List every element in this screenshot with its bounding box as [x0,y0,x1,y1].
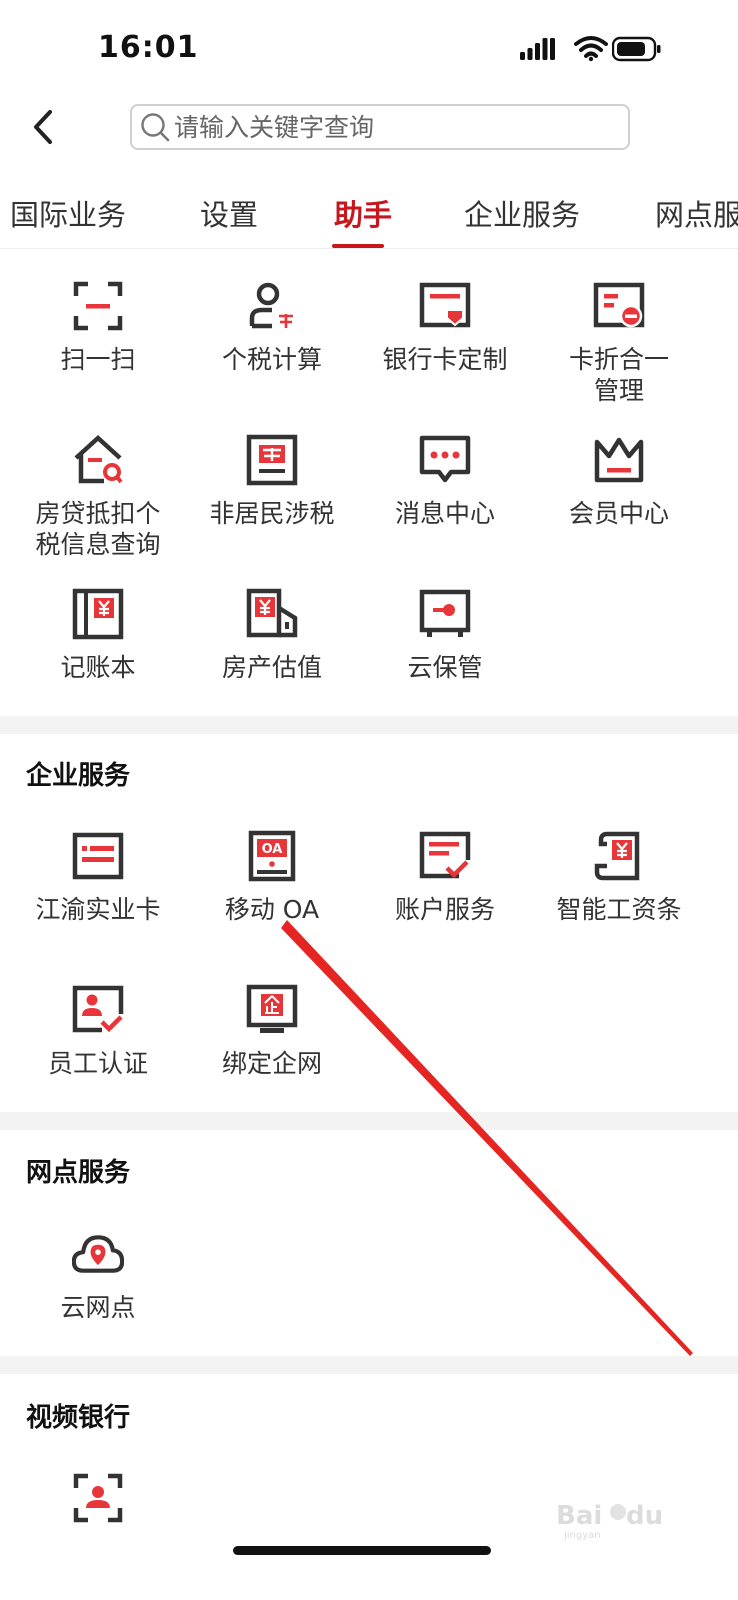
message-icon [419,435,471,483]
grid-item-property-value[interactable]: 房产估值 [187,588,357,683]
grid-item-label: 云保管 [407,653,483,682]
grid-item-employee-verify[interactable]: 员工认证 [13,984,183,1079]
grid-item-label: 会员中心 [568,499,669,528]
svg-text:Bai: Bai [556,1501,602,1531]
grid-item-account-service[interactable]: 账户服务 [360,830,530,925]
grid-item-cloud-safe[interactable]: 云保管 [360,588,530,683]
grid-item-label: 江渝实业卡 [35,895,161,924]
battery-icon [612,36,661,62]
grid-item-ledger[interactable]: 记账本 [13,588,183,683]
grid-item-label: 员工认证 [47,1049,148,1078]
grid-item-label: 绑定企网 [221,1049,322,1078]
grid-item-tax-calc[interactable]: 个税计算 [187,280,357,375]
grid-item-card-manage[interactable]: 卡折合一 管理 [534,280,704,406]
card-custom-icon [419,282,471,328]
svg-text:du: du [626,1501,663,1531]
safe-box-icon [419,589,471,637]
grid-item-member[interactable]: 会员中心 [534,434,704,529]
grid-item-scan[interactable]: 扫一扫 [13,280,183,375]
section-divider [0,1112,738,1130]
svg-text:jingyan: jingyan [563,1530,601,1541]
crown-icon [594,437,644,483]
tab-settings[interactable]: 设置 [200,192,258,234]
section-divider [0,1356,738,1374]
grid-item-label: 云网点 [60,1293,136,1322]
business-card-icon [72,832,124,880]
grid-item-mobile-oa[interactable]: OA 移动 OA [187,830,357,925]
status-time: 16:01 [98,30,199,65]
svg-text:OA: OA [262,842,283,857]
grid-item-cloud-outlet[interactable]: 云网点 [13,1228,183,1323]
grid-item-nonresident-tax[interactable]: 非居民涉税 [187,434,357,529]
tab-international[interactable]: 国际业务 [10,192,126,234]
section-title-video: 视频银行 [26,1403,131,1433]
grid-item-enterprise-bind[interactable]: 绑定企网 [187,984,357,1079]
grid-item-label: 移动 OA [224,895,320,924]
grid-item-label: 个税计算 [221,345,322,374]
grid-item-label: 智能工资条 [556,895,682,924]
grid-item-label: 房产估值 [221,653,322,682]
section-title-outlet: 网点服务 [26,1158,131,1188]
card-manage-icon [593,282,645,328]
salary-slip-icon [594,831,640,881]
grid-item-label: 房贷抵扣个 税信息查询 [35,499,161,559]
status-bar: 16:01 [0,0,738,92]
grid-item-card-custom[interactable]: 银行卡定制 [360,280,530,375]
grid-item-label: 非居民涉税 [209,499,335,528]
grid-item-message[interactable]: 消息中心 [360,434,530,529]
ledger-icon [72,588,124,640]
tab-enterprise[interactable]: 企业服务 [464,192,580,234]
wifi-icon [574,36,608,62]
account-service-icon [419,831,471,879]
tax-person-icon [249,282,296,329]
baidu-jingyan-watermark-logo: Bai du jingyan [556,1501,663,1541]
tab-assistant[interactable]: 助手 [334,192,392,234]
mobile-oa-icon: OA [248,830,296,882]
tab-outlet[interactable]: 网点服务 [655,192,738,234]
grid-item-house-tax[interactable]: 房贷抵扣个 税信息查询 [13,434,183,560]
grid-item-label: 记账本 [60,653,136,682]
grid-item-business-card[interactable]: 江渝实业卡 [13,830,183,925]
grid-item-label: 扫一扫 [60,345,136,374]
category-tabs: 国际业务 设置 助手 企业服务 网点服务 [0,176,738,249]
grid-item-label: 卡折合一 管理 [568,345,669,405]
back-arrow-icon[interactable] [26,106,62,148]
grid-item-label: 账户服务 [394,895,495,924]
property-value-icon [246,588,298,638]
cloud-location-icon [72,1235,124,1273]
active-tab-indicator [332,244,384,248]
cellular-signal-icon [520,38,555,60]
grid-item-label: 银行卡定制 [382,345,508,374]
scan-icon [73,281,123,331]
employee-verify-icon [72,985,124,1033]
grid-item-video-bank[interactable] [13,1472,183,1524]
grid-item-salary-slip[interactable]: 智能工资条 [534,830,704,925]
tax-document-icon [246,434,298,486]
search-input[interactable] [174,107,628,147]
house-search-icon [74,434,123,484]
search-icon [141,113,170,142]
grid-item-label: 消息中心 [394,499,495,528]
search-box[interactable] [130,104,630,150]
enterprise-bind-icon [246,984,298,1033]
video-scan-icon [73,1473,123,1523]
section-divider [0,716,738,734]
section-title-enterprise: 企业服务 [26,761,131,791]
home-indicator [233,1546,491,1555]
